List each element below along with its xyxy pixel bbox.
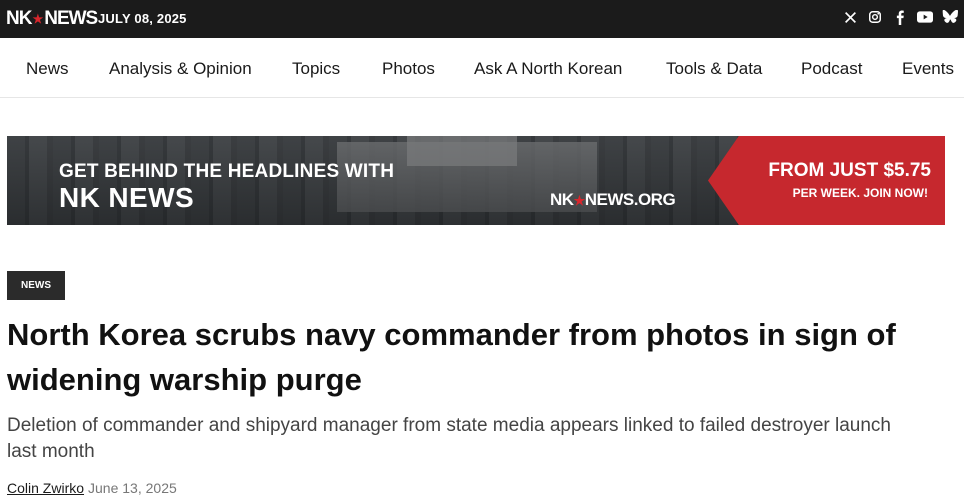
publish-date: June 13, 2025 [88,480,177,496]
main-nav: News Analysis & Opinion Topics Photos As… [0,38,964,98]
youtube-icon[interactable] [917,9,933,25]
banner-brand: NK NEWS [59,182,195,213]
bluesky-icon[interactable] [942,9,958,25]
subscription-banner[interactable]: GET BEHIND THE HEADLINES WITH NK NEWS NK… [7,136,945,225]
nav-item-news[interactable]: News [26,59,69,79]
author-link[interactable]: Colin Zwirko [7,480,84,496]
social-links [842,9,958,25]
nav-item-analysis-opinion[interactable]: Analysis & Opinion [109,59,252,79]
article-headline: North Korea scrubs navy commander from p… [7,317,896,397]
site-logo[interactable]: NK ★ NEWS [6,8,98,30]
current-date: JULY 08, 2025 [98,11,187,26]
instagram-icon[interactable] [867,9,883,25]
nav-item-tools-data[interactable]: Tools & Data [666,59,762,79]
banner-site-right: NEWS.ORG [584,190,676,209]
article-subheadline: Deletion of commander and shipyard manag… [7,415,891,462]
facebook-icon[interactable] [892,9,908,25]
category-tag[interactable]: NEWS [7,271,65,300]
top-bar: NK ★ NEWS JULY 08, 2025 [0,0,964,38]
nav-item-topics[interactable]: Topics [292,59,340,79]
nav-item-photos[interactable]: Photos [382,59,435,79]
banner-building-roof [407,136,517,166]
byline: Colin Zwirko June 13, 2025 [7,480,177,496]
banner-tagline: GET BEHIND THE HEADLINES WITH [59,161,395,182]
banner-site-logo: NK★NEWS.ORG [550,190,676,210]
banner-join-link[interactable]: PER WEEK. JOIN NOW! [793,186,928,200]
star-icon: ★ [32,12,44,26]
logo-text-left: NK [6,8,32,29]
banner-site-left: NK [550,190,574,209]
nav-item-podcast[interactable]: Podcast [801,59,862,79]
logo-text-right: NEWS [44,8,98,29]
banner-price: FROM JUST $5.75 [768,160,931,181]
star-icon: ★ [573,193,586,208]
nav-item-ask-a-north-korean[interactable]: Ask A North Korean [474,59,622,79]
x-icon[interactable] [842,9,858,25]
nav-item-events[interactable]: Events [902,59,954,79]
